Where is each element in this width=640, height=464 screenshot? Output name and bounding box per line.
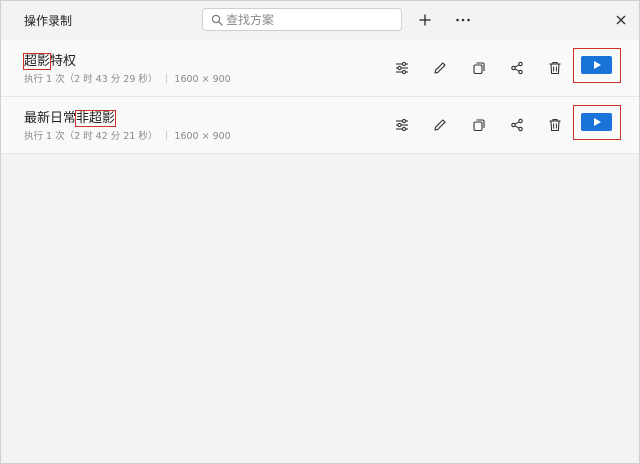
recording-window: 操作录制 查找方案 超影特权 执行 1 次（2 时 43 分 29 秒） 160… [0,0,640,464]
window-title: 操作录制 [24,14,73,28]
settings-button[interactable] [391,57,413,79]
share-icon [511,61,523,75]
search-icon [211,14,223,26]
edit-button[interactable] [429,114,451,136]
share-button[interactable] [506,114,528,136]
resolution: 1600 × 900 [174,131,231,142]
search-input[interactable] [226,11,394,28]
search-box[interactable] [202,8,402,31]
copy-button[interactable] [468,114,490,136]
recording-name: 最新日常非超影 [24,107,117,127]
edit-pencil-icon [434,119,446,131]
resolution: 1600 × 900 [174,74,231,85]
play-button[interactable] [581,113,612,131]
share-icon [511,118,523,132]
play-icon [593,118,601,126]
recording-name: 超影特权 [22,50,77,70]
name-text: 特权 [50,54,77,69]
add-button[interactable] [414,9,436,31]
play-highlight-box [573,48,621,83]
settings-button[interactable] [391,114,413,136]
plus-icon [419,14,431,26]
copy-button[interactable] [468,57,490,79]
recording-row[interactable]: 超影特权 执行 1 次（2 时 43 分 29 秒） 1600 × 900 [1,40,639,97]
more-button[interactable] [452,9,474,31]
name-highlight: 非超影 [75,110,117,127]
delete-trash-icon [549,118,561,132]
divider [166,131,168,140]
close-button[interactable] [610,9,632,31]
recording-row[interactable]: 最新日常非超影 执行 1 次（2 时 42 分 21 秒） 1600 × 900 [1,97,639,154]
play-highlight-box [573,105,621,140]
share-button[interactable] [506,57,528,79]
settings-sliders-icon [396,61,408,75]
delete-trash-icon [549,61,561,75]
name-text: 最新日常 [24,111,77,126]
run-info: 执行 1 次（2 时 42 分 21 秒） [24,131,158,142]
title-bar: 操作录制 [1,1,639,39]
more-horizontal-icon [456,18,470,22]
settings-sliders-icon [396,118,408,132]
delete-button[interactable] [544,114,566,136]
recording-meta: 执行 1 次（2 时 42 分 21 秒） 1600 × 900 [24,128,231,142]
copy-icon [473,119,485,132]
play-icon [593,61,601,69]
recording-meta: 执行 1 次（2 时 43 分 29 秒） 1600 × 900 [24,71,231,85]
divider [166,74,168,83]
copy-icon [473,62,485,75]
delete-button[interactable] [544,57,566,79]
play-button[interactable] [581,56,612,74]
edit-pencil-icon [434,62,446,74]
close-icon [616,15,626,25]
run-info: 执行 1 次（2 时 43 分 29 秒） [24,74,158,85]
empty-list-area [1,154,639,463]
edit-button[interactable] [429,57,451,79]
name-highlight: 超影 [22,53,52,70]
